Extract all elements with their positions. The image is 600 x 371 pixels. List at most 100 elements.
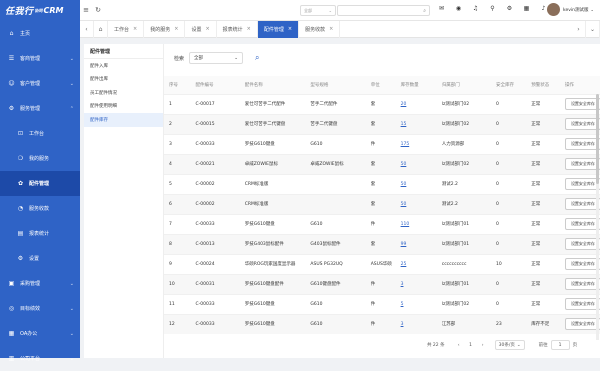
close-icon[interactable]: × — [288, 26, 292, 32]
sidebar-item-12[interactable]: ▦ OA办公 ⌄ — [0, 321, 80, 346]
home-tab-icon[interactable]: ⌂ — [94, 20, 108, 38]
stock-qty-link[interactable]: 3 — [395, 313, 437, 334]
table-cell: lz测试部门02 — [436, 153, 492, 174]
close-icon[interactable]: × — [133, 26, 137, 32]
submenu-item-3[interactable]: 配件使用明细 — [84, 100, 163, 114]
table-cell: 0 — [491, 273, 527, 294]
stock-qty-link[interactable]: 50 — [395, 173, 437, 194]
sidebar-item-4[interactable]: ⊡ 工作台 — [0, 121, 80, 146]
set-safety-stock-button[interactable]: 设置安全库存 — [564, 158, 600, 170]
stock-qty-link[interactable]: 5 — [395, 293, 437, 314]
stock-qty-link[interactable]: 25 — [395, 253, 437, 274]
tab-5[interactable]: 服务收款 × — [299, 20, 341, 38]
sidebar-item-5[interactable]: ❍ 我的服务 — [0, 146, 80, 171]
submenu-item-2[interactable]: 员工配件情况 — [84, 86, 163, 100]
pager-prev-button[interactable]: ‹ — [453, 343, 465, 348]
tab-3[interactable]: 报表统计 × — [217, 20, 258, 38]
submenu-item-1[interactable]: 配件出库 — [84, 73, 163, 87]
chat-icon[interactable]: ◉ — [450, 5, 467, 12]
sidebar-item-13[interactable]: ▥ 公司平台 ⌄ — [0, 346, 80, 371]
column-header: 型号规格 — [305, 76, 366, 94]
set-safety-stock-button[interactable]: 设置安全库存 — [564, 278, 600, 290]
stock-qty-link[interactable]: 99 — [395, 233, 437, 254]
user-menu[interactable]: kevin测试版 ⌄ — [547, 3, 594, 16]
stock-qty-link[interactable]: 110 — [395, 213, 437, 234]
tab-label: 工作台 — [114, 26, 130, 33]
stock-qty-link[interactable]: 15 — [395, 113, 437, 134]
table-cell: 测试2.2 — [436, 173, 492, 194]
menu-toggle-icon[interactable]: ≡ — [80, 6, 92, 14]
tab-scroll-right-icon[interactable]: › — [572, 21, 586, 38]
stock-qty-link[interactable]: 175 — [395, 133, 437, 154]
tab-1[interactable]: 我的服务 × — [144, 20, 186, 38]
notification-icon[interactable]: ♫ — [467, 5, 484, 12]
scope-select[interactable]: 全部 ⌄ — [300, 5, 336, 16]
table-scrollbar[interactable] — [596, 94, 599, 340]
table-cell: 正常 — [526, 253, 560, 274]
pager-goto-input[interactable]: 1 — [550, 340, 570, 350]
set-safety-stock-button[interactable]: 设置安全库存 — [564, 118, 600, 130]
sidebar-item-2[interactable]: ☺ 客户管理 ⌄ — [0, 71, 80, 96]
stock-qty-link[interactable]: 50 — [395, 193, 437, 214]
sidebar-item-9[interactable]: ⚙ 设置 — [0, 246, 80, 271]
set-safety-stock-button[interactable]: 设置安全库存 — [564, 98, 600, 110]
set-safety-stock-button[interactable]: 设置安全库存 — [564, 258, 600, 270]
global-search-input[interactable]: ⌕ — [337, 5, 430, 16]
tab-scroll-left-icon[interactable]: ‹ — [80, 20, 94, 38]
sidebar-item-8[interactable]: ▤ 报表统计 — [0, 221, 80, 246]
close-icon[interactable]: × — [174, 26, 178, 32]
parts-submenu: 配件管理 配件入库 配件出库 员工配件情况 配件使用明细 配件库存 — [84, 44, 163, 358]
set-safety-stock-button[interactable]: 设置安全库存 — [564, 238, 600, 250]
submenu-list: 配件入库 配件出库 员工配件情况 配件使用明细 配件库存 — [84, 59, 163, 127]
table-cell: 5 — [164, 173, 191, 194]
sidebar-item-3[interactable]: ⚙ 服务管理 ⌃ — [0, 96, 80, 121]
search-icon[interactable]: ⌕ — [255, 53, 259, 63]
scrollbar-thumb[interactable] — [596, 94, 599, 184]
settings-icon[interactable]: ⚙ — [501, 5, 518, 12]
pager-page-1[interactable]: 1 — [465, 340, 477, 350]
set-safety-stock-button[interactable]: 设置安全库存 — [564, 318, 600, 331]
tab-4[interactable]: 配件管理 × — [257, 20, 300, 38]
stock-qty-link[interactable]: 20 — [395, 93, 437, 114]
sidebar-item-0[interactable]: ⌂ 主页 — [0, 21, 80, 46]
sidebar-item-11[interactable]: ◎ 目标绩效 ⌄ — [0, 296, 80, 321]
chevron-icon: ⌄ — [69, 55, 74, 62]
search-icon[interactable]: ⌕ — [423, 8, 426, 14]
close-icon[interactable]: × — [329, 26, 333, 32]
message-icon[interactable]: ✉ — [433, 5, 450, 12]
location-icon[interactable]: ⚲ — [484, 5, 501, 12]
pager-size-select[interactable]: 30条/页 ⌄ — [494, 340, 525, 350]
submenu-item-0[interactable]: 配件入库 — [84, 59, 163, 73]
stock-qty-link[interactable]: 50 — [395, 153, 437, 174]
set-safety-stock-button[interactable]: 设置安全库存 — [564, 218, 600, 230]
logo-text: 任我行 — [5, 7, 34, 17]
table-cell: 罗技G610键盘 — [239, 133, 306, 154]
set-safety-stock-button[interactable]: 设置安全库存 — [564, 178, 600, 190]
avatar[interactable] — [547, 3, 560, 16]
table-cell: 华硕ROG玩家国度显示器 — [239, 253, 306, 274]
tab-0[interactable]: 工作台 × — [108, 20, 145, 38]
apps-icon[interactable]: ▦ — [518, 5, 535, 12]
filter-label: 检索 — [174, 55, 185, 62]
sidebar-item-10[interactable]: ▣ 采购管理 ⌄ — [0, 271, 80, 296]
sidebar-item-1[interactable]: ☰ 客商管理 ⌄ — [0, 46, 80, 71]
tab-options-icon[interactable]: ⌄ — [586, 21, 600, 38]
submenu-item-4[interactable]: 配件库存 — [84, 113, 163, 127]
table-cell: 爱仕可苦手二代配件 — [239, 93, 306, 114]
stock-qty-link[interactable]: 3 — [395, 273, 437, 294]
column-header: 归属部门 — [436, 76, 492, 94]
close-icon[interactable]: × — [205, 26, 209, 32]
refresh-icon[interactable]: ↻ — [92, 6, 104, 14]
set-safety-stock-button[interactable]: 设置安全库存 — [564, 298, 600, 310]
close-icon[interactable]: × — [247, 26, 251, 32]
tab-2[interactable]: 设置 × — [185, 20, 217, 38]
set-safety-stock-button[interactable]: 设置安全库存 — [564, 198, 600, 210]
sidebar-item-7[interactable]: ◔ 服务收款 — [0, 196, 80, 221]
set-safety-stock-button[interactable]: 设置安全库存 — [564, 138, 600, 150]
chevron-down-icon: ⌄ — [328, 8, 332, 13]
pager-next-button[interactable]: › — [477, 343, 489, 348]
sidebar-item-6[interactable]: ✿ 配件管理 — [0, 171, 80, 196]
app-logo[interactable]: 任我行 协同 CRM — [0, 0, 80, 21]
filter-select[interactable]: 全部 ⌄ — [189, 52, 244, 64]
table-cell: C-00002 — [190, 193, 240, 214]
